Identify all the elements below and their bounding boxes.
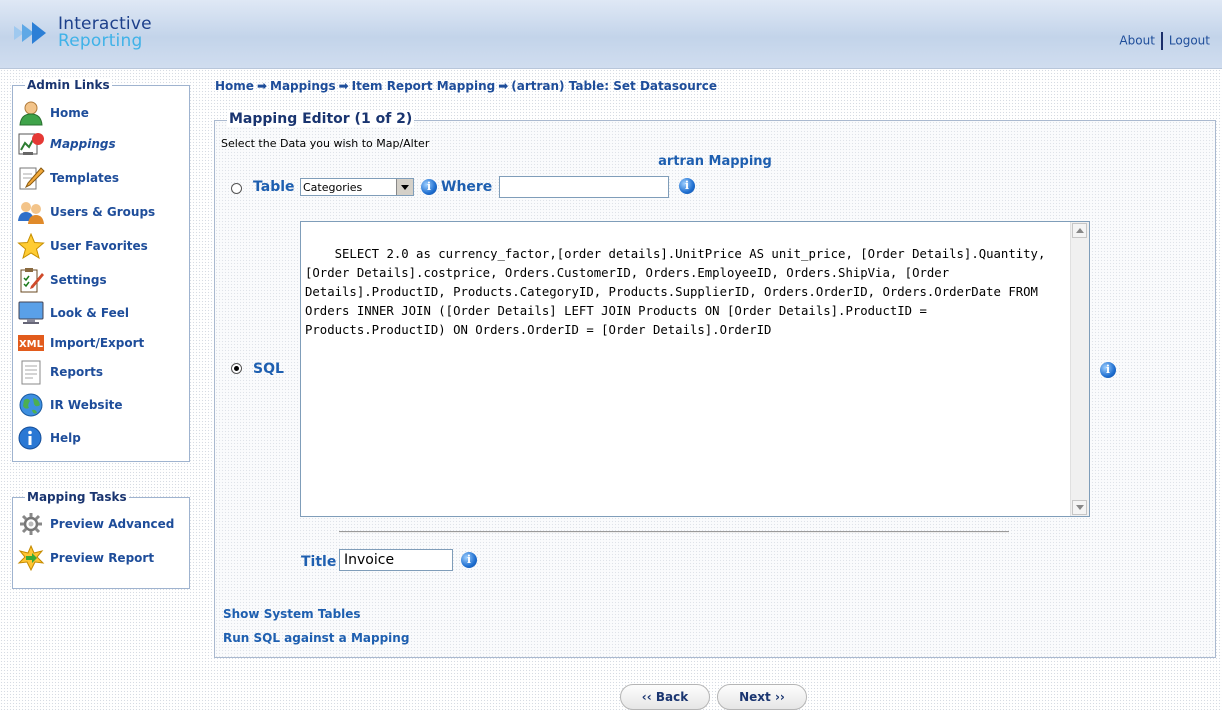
run-sql-link[interactable]: Run SQL against a Mapping xyxy=(223,631,409,645)
user-icon xyxy=(17,100,45,126)
admin-links-title: Admin Links xyxy=(25,78,112,92)
logout-link[interactable]: Logout xyxy=(1169,34,1210,48)
gear-icon xyxy=(17,511,45,537)
breadcrumb-arrow-icon: ➡ xyxy=(256,79,267,93)
nav-ir-website-label: IR Website xyxy=(50,398,123,412)
nav-ir-website[interactable]: IR Website xyxy=(17,390,123,420)
sql-info-icon[interactable]: i xyxy=(1100,362,1116,378)
nav-look-feel[interactable]: Look & Feel xyxy=(17,298,129,328)
nav-settings-label: Settings xyxy=(50,273,107,287)
top-links: About Logout xyxy=(1119,32,1210,50)
chevron-down-icon[interactable] xyxy=(396,179,413,195)
about-link[interactable]: About xyxy=(1119,34,1154,48)
report-document-icon xyxy=(17,359,45,385)
table-radio[interactable] xyxy=(231,183,242,194)
divider xyxy=(339,531,1009,533)
breadcrumb: Home ➡ Mappings ➡ Item Report Mapping ➡ (artra… xyxy=(215,79,717,93)
task-preview-report-label: Preview Report xyxy=(50,551,155,565)
help-info-icon xyxy=(17,425,45,451)
breadcrumb-home[interactable]: Home xyxy=(215,79,254,93)
nav-templates[interactable]: Templates xyxy=(17,163,119,193)
nav-settings[interactable]: Settings xyxy=(17,265,107,295)
globe-icon xyxy=(17,392,45,418)
nav-look-feel-label: Look & Feel xyxy=(50,306,130,320)
task-preview-advanced-label: Preview Advanced xyxy=(50,517,175,531)
title-info-icon[interactable]: i xyxy=(461,552,477,568)
app-logo[interactable]: Interactive Reporting xyxy=(14,12,214,52)
divider xyxy=(1160,32,1163,50)
instruction-text: Select the Data you wish to Map/Alter xyxy=(221,137,430,150)
users-groups-icon xyxy=(17,199,45,225)
xml-icon: XML xyxy=(17,330,45,356)
star-icon xyxy=(17,232,45,260)
breadcrumb-arrow-icon: ➡ xyxy=(338,79,349,93)
mapping-editor-panel: Mapping Editor (1 of 2) Select the Data … xyxy=(214,111,1216,658)
admin-links-panel: Admin Links Home Mappings Templates User… xyxy=(12,78,190,462)
svg-text:XML: XML xyxy=(19,339,44,350)
title-input[interactable]: Invoice xyxy=(339,549,453,571)
where-label: Where xyxy=(441,179,493,195)
sql-textarea[interactable]: SELECT 2.0 as currency_factor,[order det… xyxy=(300,221,1090,517)
nav-users-groups-label: Users & Groups xyxy=(50,205,156,219)
where-info-icon[interactable]: i xyxy=(679,178,695,194)
preview-star-arrow-icon xyxy=(17,544,45,572)
scroll-up-icon[interactable] xyxy=(1072,223,1087,238)
nav-templates-label: Templates xyxy=(50,171,120,185)
nav-import-export[interactable]: XML Import/Export xyxy=(17,328,144,358)
nav-reports-label: Reports xyxy=(50,365,104,379)
template-pencil-icon xyxy=(17,165,45,191)
table-select[interactable]: Categories xyxy=(300,178,414,196)
nav-user-favorites-label: User Favorites xyxy=(50,239,148,253)
nav-mappings-label: Mappings xyxy=(50,137,116,151)
table-label: Table xyxy=(253,179,295,195)
nav-import-export-label: Import/Export xyxy=(50,336,145,350)
task-preview-report[interactable]: Preview Report xyxy=(17,543,154,573)
sql-text: SELECT 2.0 as currency_factor,[order det… xyxy=(305,247,1053,337)
show-system-tables-link[interactable]: Show System Tables xyxy=(223,607,361,621)
mapping-name: artran Mapping xyxy=(658,154,772,169)
nav-reports[interactable]: Reports xyxy=(17,357,103,387)
nav-help[interactable]: Help xyxy=(17,423,81,453)
header-bar: Interactive Reporting About Logout xyxy=(0,0,1222,69)
nav-mappings[interactable]: Mappings xyxy=(17,129,116,159)
nav-home-label: Home xyxy=(50,106,89,120)
nav-home[interactable]: Home xyxy=(17,98,89,128)
scroll-down-icon[interactable] xyxy=(1072,500,1087,515)
breadcrumb-current: (artran) Table: Set Datasource xyxy=(511,79,717,93)
title-label: Title xyxy=(301,554,337,570)
settings-clipboard-icon xyxy=(17,267,45,293)
logo-line2: Reporting xyxy=(58,31,143,51)
table-select-value: Categories xyxy=(303,181,363,194)
task-preview-advanced[interactable]: Preview Advanced xyxy=(17,509,174,539)
breadcrumb-item-report-mapping[interactable]: Item Report Mapping xyxy=(352,79,496,93)
nav-users-groups[interactable]: Users & Groups xyxy=(17,197,155,227)
mappings-chart-icon xyxy=(17,131,45,157)
nav-help-label: Help xyxy=(50,431,81,445)
sql-scrollbar[interactable] xyxy=(1070,222,1089,516)
logo-arrows-icon xyxy=(14,22,46,44)
next-button[interactable]: Next ›› xyxy=(717,684,807,710)
breadcrumb-arrow-icon: ➡ xyxy=(498,79,509,93)
monitor-icon xyxy=(17,300,45,326)
breadcrumb-mappings[interactable]: Mappings xyxy=(270,79,336,93)
table-info-icon[interactable]: i xyxy=(421,179,437,195)
mapping-tasks-panel: Mapping Tasks Preview Advanced Preview R… xyxy=(12,490,190,589)
mapping-editor-title: Mapping Editor (1 of 2) xyxy=(227,111,415,127)
where-input[interactable] xyxy=(499,176,669,198)
back-button[interactable]: ‹‹ Back xyxy=(620,684,710,710)
sql-radio[interactable] xyxy=(231,363,242,374)
sql-label: SQL xyxy=(253,361,284,377)
mapping-tasks-title: Mapping Tasks xyxy=(25,490,129,504)
nav-user-favorites[interactable]: User Favorites xyxy=(17,231,148,261)
